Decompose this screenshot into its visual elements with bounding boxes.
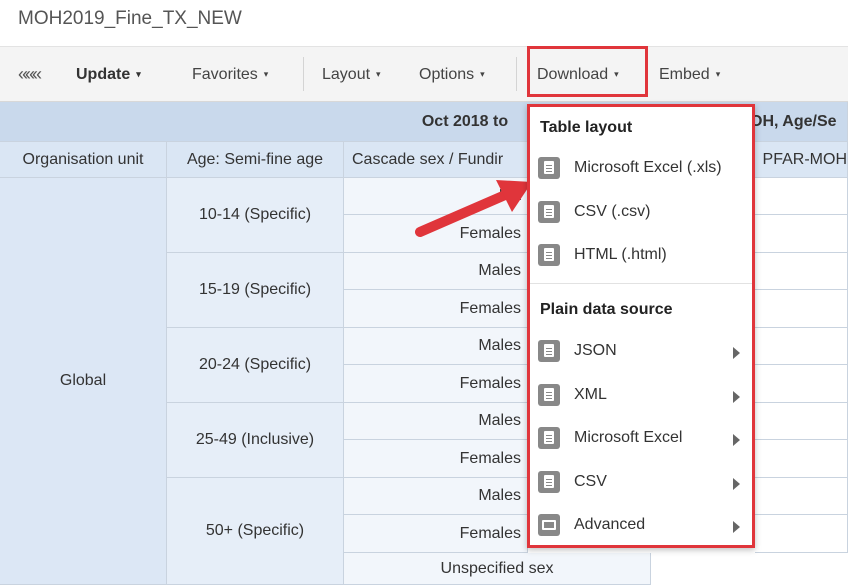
submenu-arrow-icon [733,434,740,446]
value-cell [755,403,848,440]
age-group-cell: 15-19 (Specific) [167,253,344,328]
menu-item-label: Advanced [574,516,646,533]
embed-menu-button[interactable]: Embed ▾ [659,47,720,101]
document-icon [538,340,560,362]
submenu-arrow-icon [733,478,740,490]
sex-cell: Males [344,328,528,365]
age-group-cell: 50+ (Specific) [167,478,344,585]
sex-cell: Males [344,478,528,515]
header-cascade-sex[interactable]: Cascade sex / Fundir [344,142,528,178]
sex-cell: Females [344,290,528,328]
folder-icon [538,514,560,536]
update-label: Update [76,66,131,83]
menu-item-microsoft-excel[interactable]: Microsoft Excel [530,419,752,459]
value-cell [755,328,848,365]
favorites-menu-button[interactable]: Favorites ▾ [192,47,268,101]
menu-item-json[interactable]: JSON [530,332,752,372]
layout-label: Layout [322,66,371,83]
favorites-label: Favorites [192,66,258,83]
sex-cell: Females [344,440,528,478]
plain-data-source-header: Plain data source [540,301,673,318]
sex-cell: Unspecified sex [344,553,651,585]
menu-item-label: Microsoft Excel (.xls) [574,159,722,176]
submenu-arrow-icon [733,521,740,533]
menu-item-label: Microsoft Excel [574,429,683,446]
table-title-text: Oct 2018 to [421,113,509,130]
embed-label: Embed [659,66,710,83]
menu-item-label: CSV (.csv) [574,203,651,220]
options-label: Options [419,66,475,83]
value-cell [755,365,848,403]
age-group-cell: 10-14 (Specific) [167,178,344,253]
menu-item-label: CSV [574,473,607,490]
menu-item-label: HTML (.html) [574,246,667,263]
sex-cell: Females [344,365,528,403]
sex-cell: Females [344,515,528,553]
update-button[interactable]: Update ▾ [76,47,141,101]
download-highlight-box [527,46,648,97]
collapse-panels-icon[interactable]: ««« [18,47,42,101]
submenu-arrow-icon [733,347,740,359]
sex-cell: Ma [344,178,528,215]
value-cell [755,440,848,478]
options-menu-button[interactable]: Options ▾ [419,47,485,101]
value-cell [755,178,848,215]
chevron-down-icon: ▾ [263,69,269,79]
document-icon [538,201,560,223]
document-icon [538,471,560,493]
value-cell [755,515,848,553]
document-icon [538,244,560,266]
sex-cell: Females [344,215,528,253]
chevron-down-icon: ▾ [715,69,721,79]
chevron-down-icon: ▾ [136,69,141,79]
age-group-cell: 25-49 (Inclusive) [167,403,344,478]
chevron-down-icon: ▾ [376,69,381,79]
menu-item-csv-plain[interactable]: CSV [530,463,752,503]
menu-item-xml[interactable]: XML [530,376,752,416]
value-cell [755,290,848,328]
toolbar: ««« Update ▾ Favorites ▾ Layout ▾ Options ▾ … [0,46,848,102]
chevron-down-icon: ▾ [480,69,485,79]
toolbar-divider [303,57,304,91]
download-dropdown-menu: Table layout Microsoft Excel (.xls) CSV … [527,104,755,548]
menu-divider [530,283,752,284]
sex-cell: Males [344,403,528,440]
header-age[interactable]: Age: Semi-fine age [167,142,344,178]
menu-item-advanced[interactable]: Advanced [530,506,752,546]
table-layout-header: Table layout [540,119,633,136]
document-icon [538,427,560,449]
table-title-text-right: OH, Age/Se [750,113,837,130]
value-cell [755,478,848,515]
age-group-cell: 20-24 (Specific) [167,328,344,403]
menu-item-excel-xls[interactable]: Microsoft Excel (.xls) [530,149,752,189]
menu-item-csv[interactable]: CSV (.csv) [530,193,752,233]
document-icon [538,157,560,179]
value-cell [755,215,848,253]
header-organisation-unit[interactable]: Organisation unit [0,142,167,178]
toolbar-divider [516,57,517,91]
org-unit-cell: Global [0,178,167,585]
document-icon [538,384,560,406]
sex-cell: Males [344,253,528,290]
menu-item-html[interactable]: HTML (.html) [530,236,752,276]
page-title: MOH2019_Fine_TX_NEW [18,8,242,29]
submenu-arrow-icon [733,391,740,403]
menu-item-label: XML [574,386,607,403]
menu-item-label: JSON [574,342,617,359]
layout-menu-button[interactable]: Layout ▾ [322,47,381,101]
value-cell [755,253,848,290]
